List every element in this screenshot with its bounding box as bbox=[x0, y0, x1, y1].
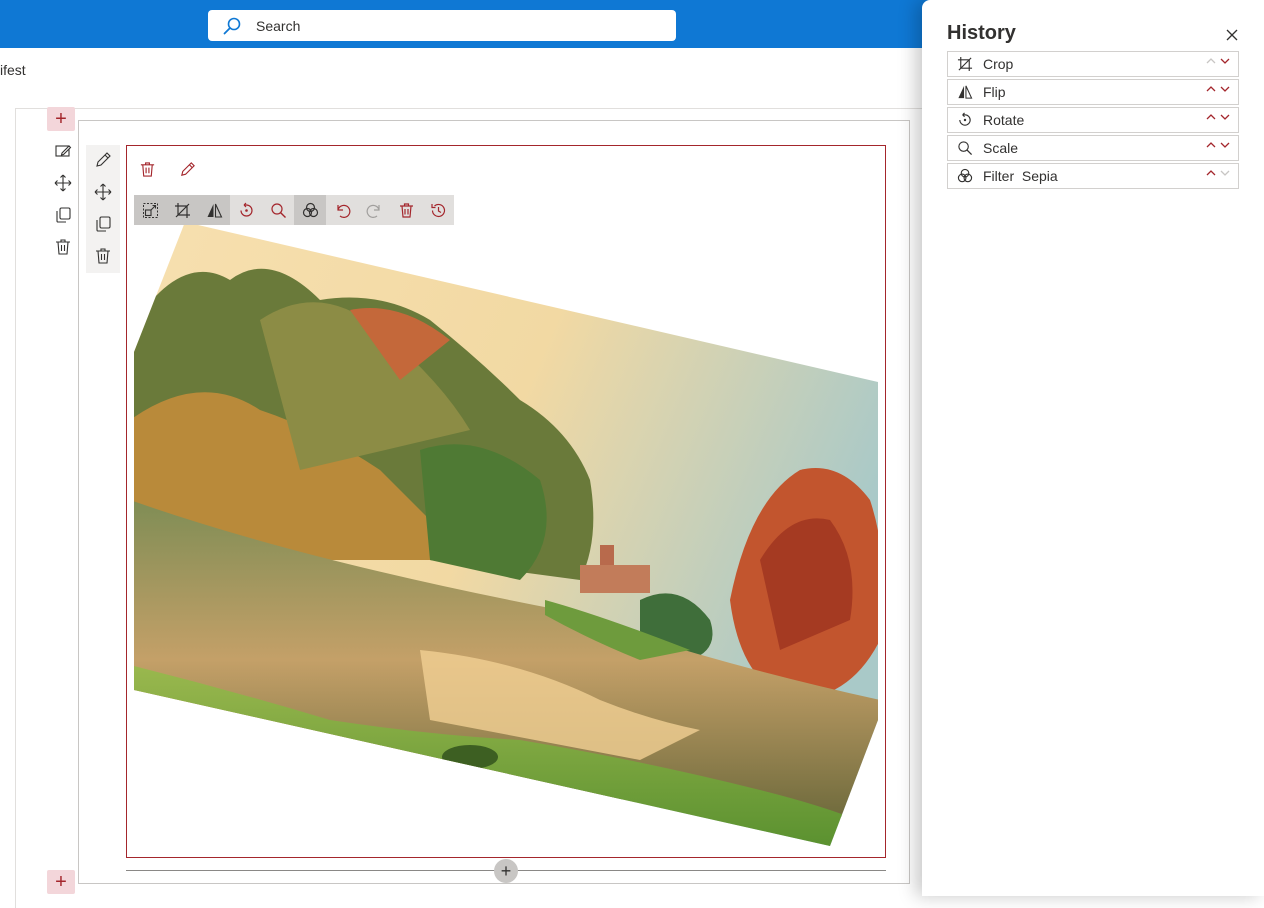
history-item-scale[interactable]: Scale bbox=[947, 135, 1239, 161]
history-item-rotate[interactable]: Rotate bbox=[947, 107, 1239, 133]
history-list: Crop Flip Rotate Scale Filter Sepia bbox=[947, 51, 1239, 189]
move-section-button[interactable] bbox=[50, 170, 76, 196]
image-actions bbox=[136, 155, 198, 183]
rotate-button[interactable] bbox=[230, 195, 262, 225]
chevron-up-icon[interactable] bbox=[1206, 112, 1216, 122]
undo-icon bbox=[336, 204, 350, 218]
scale-icon bbox=[956, 139, 974, 157]
close-icon[interactable] bbox=[1223, 26, 1241, 44]
chevron-up-icon[interactable] bbox=[1206, 168, 1216, 178]
crop-icon bbox=[956, 55, 974, 73]
history-item-flip[interactable]: Flip bbox=[947, 79, 1239, 105]
edit-image-button[interactable] bbox=[176, 155, 198, 183]
chevron-up-icon[interactable] bbox=[1206, 84, 1216, 94]
add-section-top-button[interactable]: + bbox=[47, 107, 75, 131]
filter-icon bbox=[956, 167, 974, 185]
duplicate-webpart-button[interactable] bbox=[90, 211, 116, 237]
add-webpart-button[interactable]: + bbox=[494, 859, 518, 883]
duplicate-icon bbox=[56, 207, 71, 223]
edit-section-icon bbox=[55, 145, 72, 157]
edit-icon bbox=[180, 161, 195, 176]
edit-section-button[interactable] bbox=[50, 138, 76, 164]
delete-image-button[interactable] bbox=[136, 155, 158, 183]
resize-icon bbox=[142, 202, 158, 218]
rotate-icon bbox=[239, 202, 253, 217]
chevron-down-icon[interactable] bbox=[1220, 168, 1230, 178]
delete-webpart-button[interactable] bbox=[90, 243, 116, 269]
panel-title: History bbox=[947, 22, 1016, 44]
history-item-label: Crop bbox=[983, 56, 1014, 72]
flip-button[interactable] bbox=[198, 195, 230, 225]
chevron-down-icon[interactable] bbox=[1220, 140, 1230, 150]
history-button[interactable] bbox=[422, 195, 454, 225]
search-input[interactable]: Search bbox=[208, 10, 676, 41]
filter-icon bbox=[302, 202, 318, 217]
duplicate-section-button[interactable] bbox=[50, 202, 76, 228]
move-webpart-button[interactable] bbox=[90, 179, 116, 205]
scale-button[interactable] bbox=[262, 195, 294, 225]
delete-icon bbox=[96, 248, 110, 264]
move-icon bbox=[94, 183, 112, 201]
history-panel: History Crop Flip Rotate Scale Filter Se… bbox=[922, 0, 1264, 896]
history-item-label: Filter Sepia bbox=[983, 168, 1058, 184]
history-item-label: Rotate bbox=[983, 112, 1025, 128]
delete-icon bbox=[399, 202, 413, 218]
move-icon bbox=[54, 174, 72, 192]
delete-icon bbox=[56, 239, 70, 255]
rotate-icon bbox=[956, 111, 974, 129]
scale-icon bbox=[270, 202, 286, 218]
add-section-bottom-button[interactable]: + bbox=[47, 870, 75, 894]
resize-button[interactable] bbox=[134, 195, 166, 225]
history-item-crop[interactable]: Crop bbox=[947, 51, 1239, 77]
flip-icon bbox=[207, 203, 222, 218]
chevron-down-icon[interactable] bbox=[1220, 56, 1230, 66]
crop-icon bbox=[174, 202, 190, 218]
redo-button[interactable] bbox=[358, 195, 390, 225]
delete-icon bbox=[140, 161, 154, 177]
search-placeholder: Search bbox=[256, 17, 301, 34]
undo-button[interactable] bbox=[326, 195, 358, 225]
chevron-down-icon[interactable] bbox=[1220, 112, 1230, 122]
search-icon bbox=[223, 17, 241, 34]
image-edit-toolbar bbox=[134, 195, 454, 225]
edit-webpart-button[interactable] bbox=[90, 147, 116, 173]
history-item-filter[interactable]: Filter Sepia bbox=[947, 163, 1239, 189]
page-title: ifest bbox=[0, 62, 26, 78]
history-icon bbox=[430, 203, 445, 217]
crop-button[interactable] bbox=[166, 195, 198, 225]
redo-icon bbox=[366, 204, 380, 218]
filter-button[interactable] bbox=[294, 195, 326, 225]
duplicate-icon bbox=[96, 216, 111, 232]
reset-delete-button[interactable] bbox=[390, 195, 422, 225]
history-item-label: Scale bbox=[983, 140, 1019, 156]
edit-icon bbox=[96, 152, 111, 167]
chevron-down-icon[interactable] bbox=[1220, 84, 1230, 94]
delete-section-button[interactable] bbox=[50, 234, 76, 260]
chevron-up-icon[interactable] bbox=[1206, 56, 1216, 66]
webpart-frame bbox=[126, 145, 886, 858]
flip-icon bbox=[956, 83, 974, 101]
history-item-label: Flip bbox=[983, 84, 1006, 100]
chevron-up-icon[interactable] bbox=[1206, 140, 1216, 150]
